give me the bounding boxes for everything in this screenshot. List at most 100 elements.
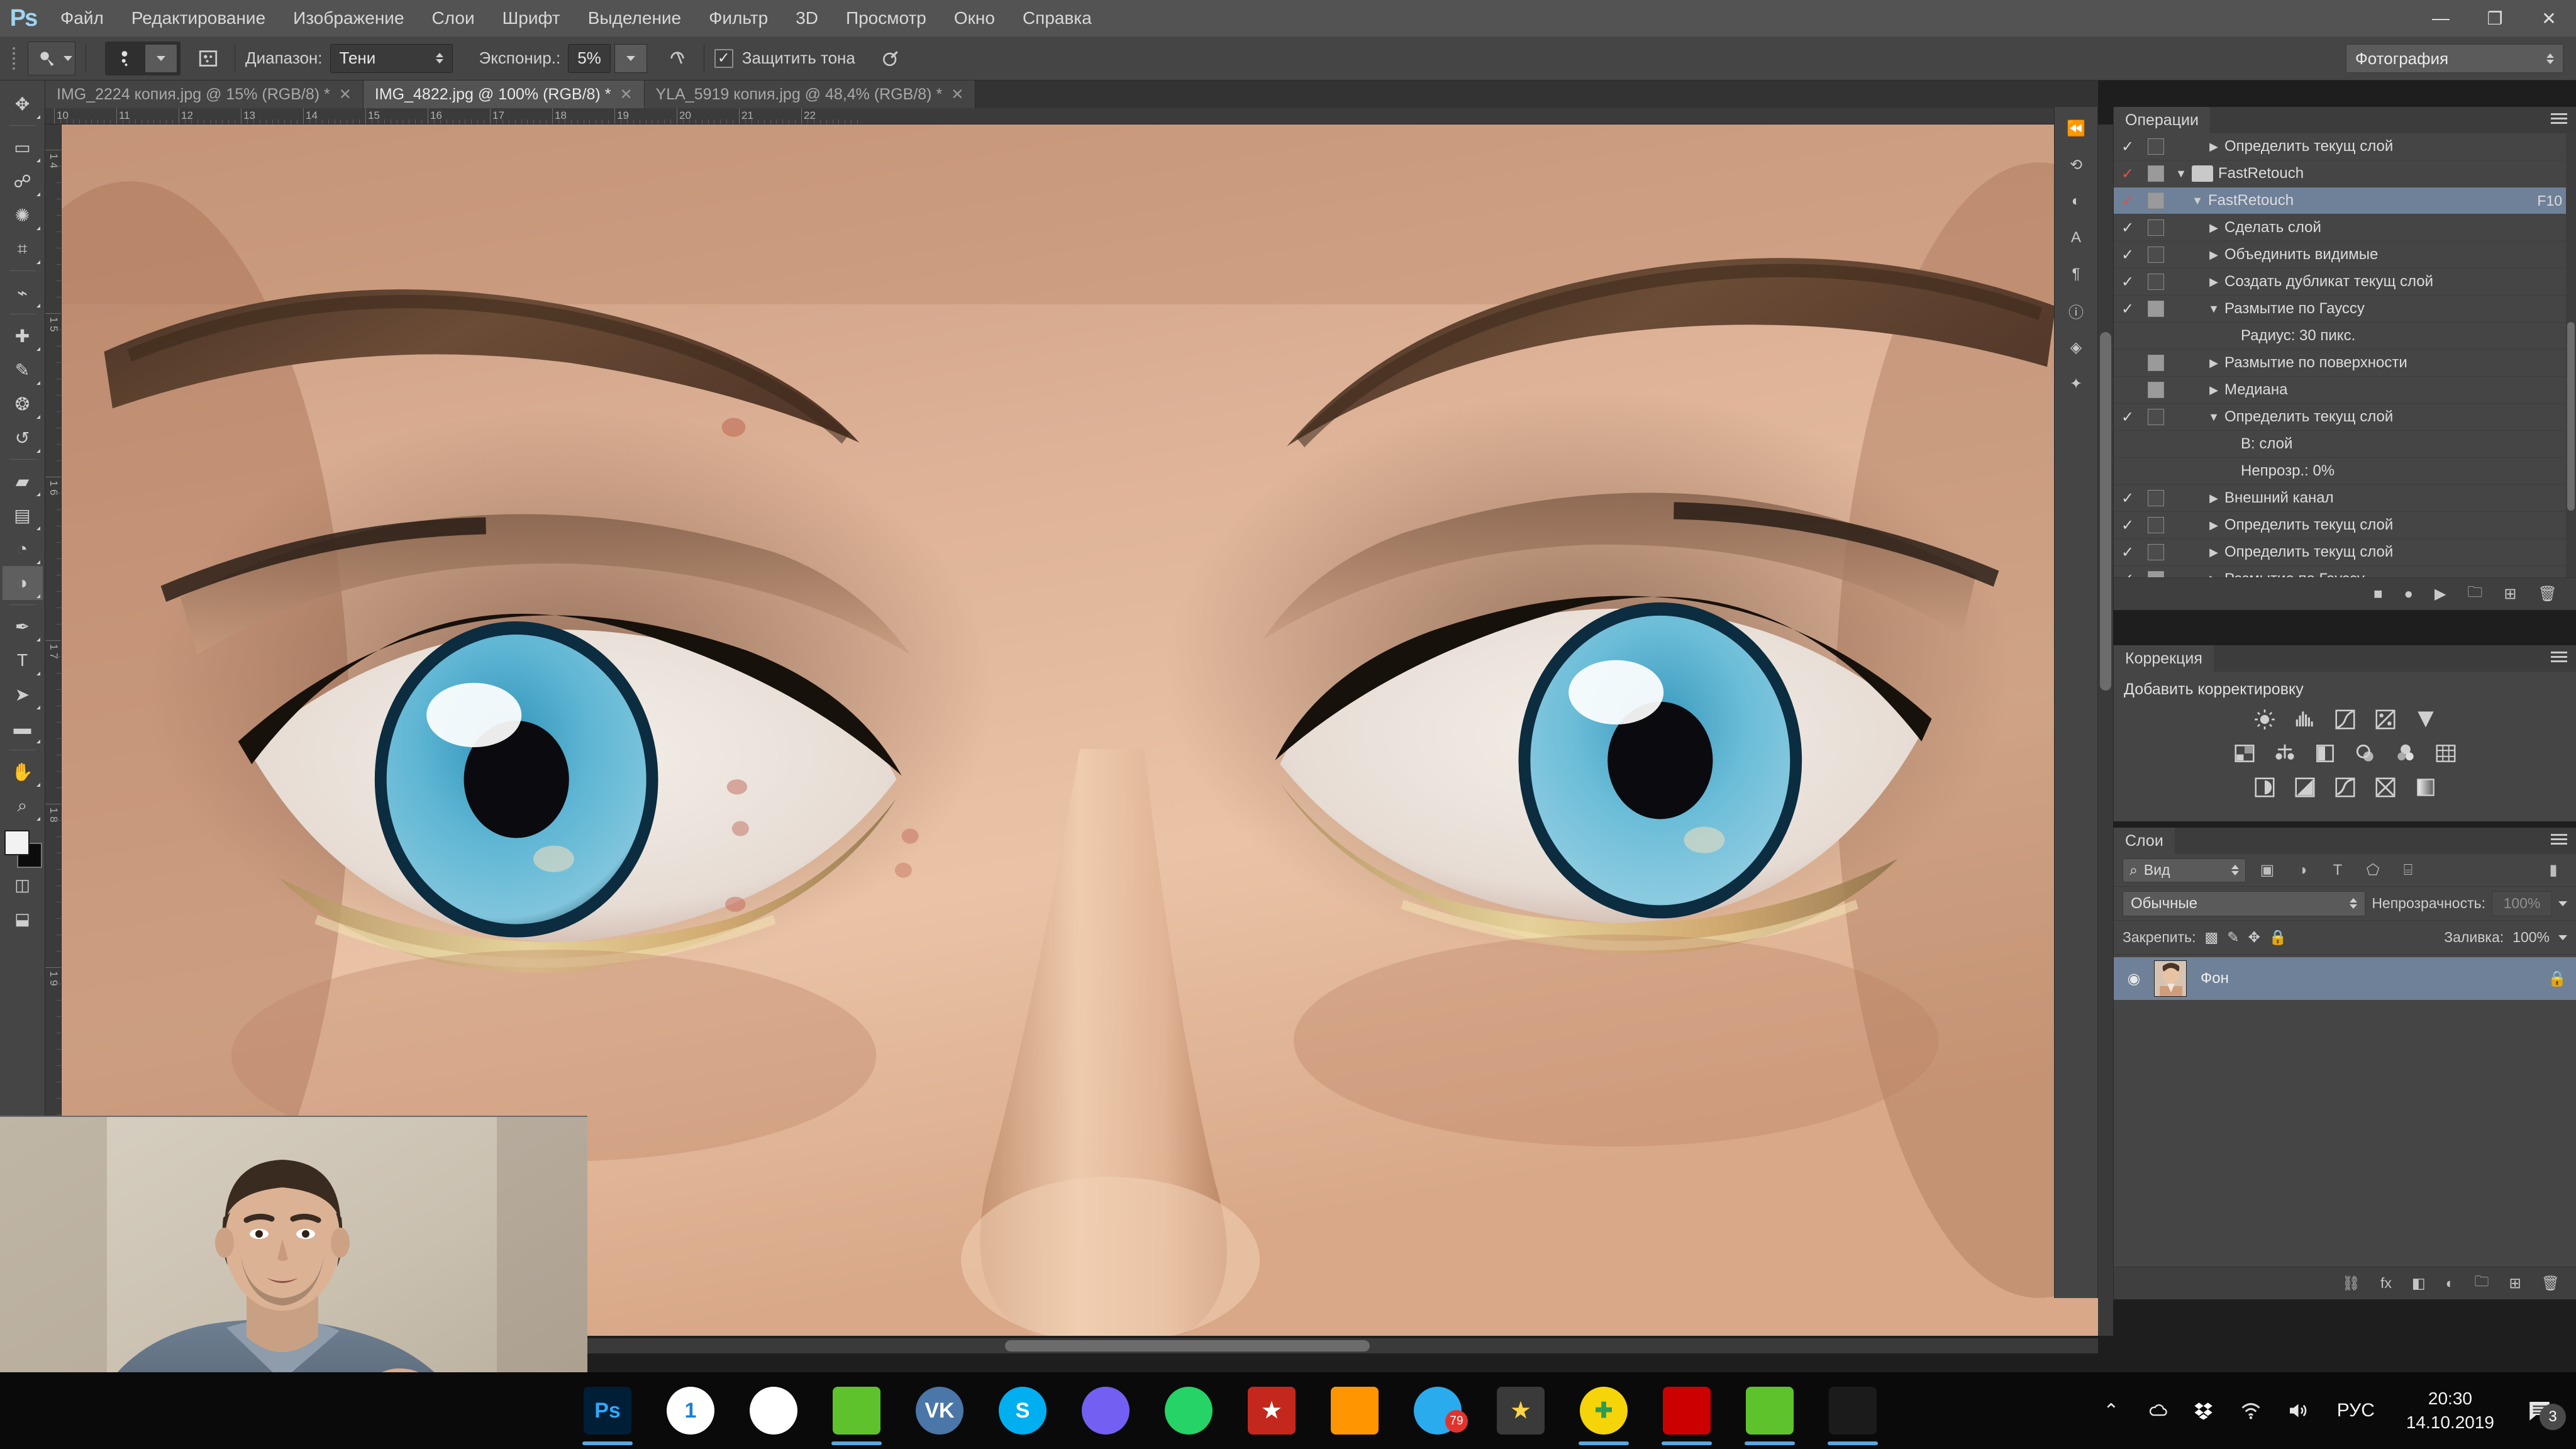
action-dialog-toggle[interactable] xyxy=(2141,382,2170,398)
tab-layers[interactable]: Слои xyxy=(2114,828,2175,854)
exposure-icon[interactable] xyxy=(2373,708,2397,731)
menu-item-7[interactable]: 3D xyxy=(782,0,832,36)
action-row[interactable]: Радиус: 30 пикс. xyxy=(2114,323,2576,350)
document-tab-close-icon[interactable]: ✕ xyxy=(339,86,352,104)
canvas-vertical-scrollbar[interactable] xyxy=(2098,125,2113,1336)
adjustment-filter-icon[interactable]: ◑ xyxy=(2289,862,2316,879)
action-expand-arrow-icon[interactable]: ▶ xyxy=(2203,519,2224,532)
action-expand-arrow-icon[interactable]: ▶ xyxy=(2203,140,2224,153)
blur-tool[interactable]: ◔ xyxy=(3,532,43,566)
quick-select-tool[interactable]: ✺ xyxy=(3,198,43,232)
clone-stamp-tool[interactable]: ❂ xyxy=(3,387,43,421)
range-spinner-icon[interactable] xyxy=(430,53,443,64)
add-mask-icon[interactable]: ◧ xyxy=(2412,1275,2426,1292)
action-row[interactable]: ▶ Медиана xyxy=(2114,377,2576,404)
vibrance-icon[interactable] xyxy=(2414,708,2438,731)
taskbar-item-vk[interactable]: VK xyxy=(898,1372,981,1449)
smart-object-filter-icon[interactable]: ⌸ xyxy=(2394,862,2422,879)
lasso-tool[interactable]: ☍ xyxy=(3,164,43,198)
lock-position-icon[interactable]: ✥ xyxy=(2248,929,2260,946)
taskbar-item-wunderlist[interactable]: ★ xyxy=(1230,1372,1313,1449)
notifications-button[interactable]: 3 xyxy=(2509,1372,2570,1449)
opacity-value[interactable]: 100% xyxy=(2492,891,2552,916)
menu-item-6[interactable]: Фильтр xyxy=(695,0,782,36)
action-row[interactable]: ✓ ▶ Создать дубликат текущ слой xyxy=(2114,269,2576,296)
action-row[interactable]: ✓ ▶ Определить текущ слой xyxy=(2114,133,2576,160)
action-expand-arrow-icon[interactable]: ▼ xyxy=(2203,303,2224,316)
taskbar-item-chrome[interactable] xyxy=(732,1372,815,1449)
quick-mask-icon[interactable]: ◫ xyxy=(3,868,43,902)
brush-preset-chevron-icon[interactable] xyxy=(145,43,177,73)
record-icon[interactable]: ● xyxy=(2404,586,2413,603)
invert-icon[interactable] xyxy=(2253,775,2277,799)
action-dialog-toggle[interactable] xyxy=(2141,517,2170,533)
color-balance-icon[interactable] xyxy=(2273,741,2297,765)
action-toggle-check[interactable]: ✓ xyxy=(2114,300,2141,318)
taskbar-item-whatsapp[interactable] xyxy=(1147,1372,1230,1449)
exposure-input[interactable]: 5% xyxy=(568,43,611,73)
protect-tones-checkbox[interactable]: ✓ xyxy=(714,48,733,68)
action-row[interactable]: ✓ ▶ Внешний канал xyxy=(2114,485,2576,512)
zoom-tool[interactable]: ⌕ xyxy=(3,789,43,823)
action-expand-arrow-icon[interactable]: ▶ xyxy=(2203,573,2224,578)
stop-icon[interactable]: ■ xyxy=(2373,586,2383,603)
new-group-icon[interactable]: 🗀 xyxy=(2475,1271,2489,1296)
action-dialog-toggle[interactable] xyxy=(2141,247,2170,263)
brush-tool[interactable]: ✎ xyxy=(3,353,43,387)
blend-mode-select[interactable]: Обычные xyxy=(2123,891,2366,916)
type-tool[interactable]: T xyxy=(3,643,43,677)
shape-tool[interactable]: ▬ xyxy=(3,711,43,745)
shape-filter-icon[interactable]: ⬠ xyxy=(2359,861,2387,879)
taskbar-item-video-star[interactable]: ★ xyxy=(1479,1372,1562,1449)
action-expand-arrow-icon[interactable]: ▼ xyxy=(2203,411,2224,424)
taskbar-item-skype[interactable]: S xyxy=(981,1372,1064,1449)
action-dialog-toggle[interactable] xyxy=(2141,274,2170,290)
action-expand-arrow-icon[interactable]: ▶ xyxy=(2203,546,2224,559)
options-bar-grip[interactable] xyxy=(9,44,19,73)
taskbar-item-telegram[interactable]: 79 xyxy=(1396,1372,1479,1449)
action-row[interactable]: В: слой xyxy=(2114,431,2576,458)
close-button[interactable]: ✕ xyxy=(2522,0,2576,36)
move-tool[interactable]: ✥ xyxy=(3,87,43,121)
rail-libraries-icon[interactable]: ✦ xyxy=(2057,366,2096,401)
action-expand-arrow-icon[interactable]: ▶ xyxy=(2203,384,2224,397)
gradient-map-icon[interactable] xyxy=(2414,775,2438,799)
action-expand-arrow-icon[interactable]: ▶ xyxy=(2203,492,2224,505)
hand-tool[interactable]: ✋ xyxy=(3,755,43,789)
range-select[interactable]: Тени xyxy=(330,43,453,73)
taskbar-item-obs-studio[interactable] xyxy=(1811,1372,1894,1449)
wifi-icon[interactable] xyxy=(2228,1372,2274,1449)
brightness-contrast-icon[interactable] xyxy=(2253,708,2277,731)
rail-collapse-icon[interactable]: ⏪ xyxy=(2057,111,2096,146)
color-swatches[interactable] xyxy=(3,829,42,868)
link-layers-icon[interactable]: ⛓ xyxy=(2342,1275,2360,1292)
taskbar-item-evernote[interactable] xyxy=(815,1372,898,1449)
filter-spinner-icon[interactable] xyxy=(2225,865,2239,875)
pen-tool[interactable]: ✒ xyxy=(3,609,43,643)
action-expand-arrow-icon[interactable]: ▶ xyxy=(2203,221,2224,235)
layer-lock-icon[interactable]: 🔒 xyxy=(2538,970,2576,988)
rail-styles-icon[interactable]: ◈ xyxy=(2057,330,2096,365)
document-tab-close-icon[interactable]: ✕ xyxy=(951,86,963,104)
minimize-button[interactable]: — xyxy=(2414,0,2468,36)
gradient-tool[interactable]: ▤ xyxy=(3,498,43,532)
fill-value[interactable]: 100% xyxy=(2512,929,2550,946)
actions-list[interactable]: ✓ ▶ Определить текущ слой ✓ ▼ FastRetouch ✓ ▼ Fa… xyxy=(2114,133,2576,577)
menu-item-8[interactable]: Просмотр xyxy=(832,0,940,36)
workspace-selector[interactable]: Фотография xyxy=(2346,44,2563,73)
action-toggle-check[interactable]: ✓ xyxy=(2114,192,2141,210)
selective-color-icon[interactable] xyxy=(2373,775,2397,799)
scrollbar-thumb[interactable] xyxy=(2100,332,2111,691)
new-action-icon[interactable]: ⊞ xyxy=(2504,585,2516,603)
action-row[interactable]: ✓ ▼ Определить текущ слой xyxy=(2114,404,2576,431)
action-row[interactable]: ✓ ▶Размытие по Гауссу xyxy=(2114,566,2576,577)
action-dialog-toggle[interactable] xyxy=(2141,192,2170,209)
action-expand-arrow-icon[interactable]: ▶ xyxy=(2203,275,2224,289)
action-dialog-toggle[interactable] xyxy=(2141,138,2170,155)
fill-chevron-icon[interactable] xyxy=(2558,935,2567,940)
action-expand-arrow-icon[interactable]: ▼ xyxy=(2170,167,2192,180)
layer-visibility-icon[interactable]: ◉ xyxy=(2114,970,2154,988)
action-row[interactable]: ✓ ▶ Сделать слой xyxy=(2114,214,2576,242)
menu-item-4[interactable]: Шрифт xyxy=(489,0,574,36)
workspace-spinner-icon[interactable] xyxy=(2540,53,2554,64)
